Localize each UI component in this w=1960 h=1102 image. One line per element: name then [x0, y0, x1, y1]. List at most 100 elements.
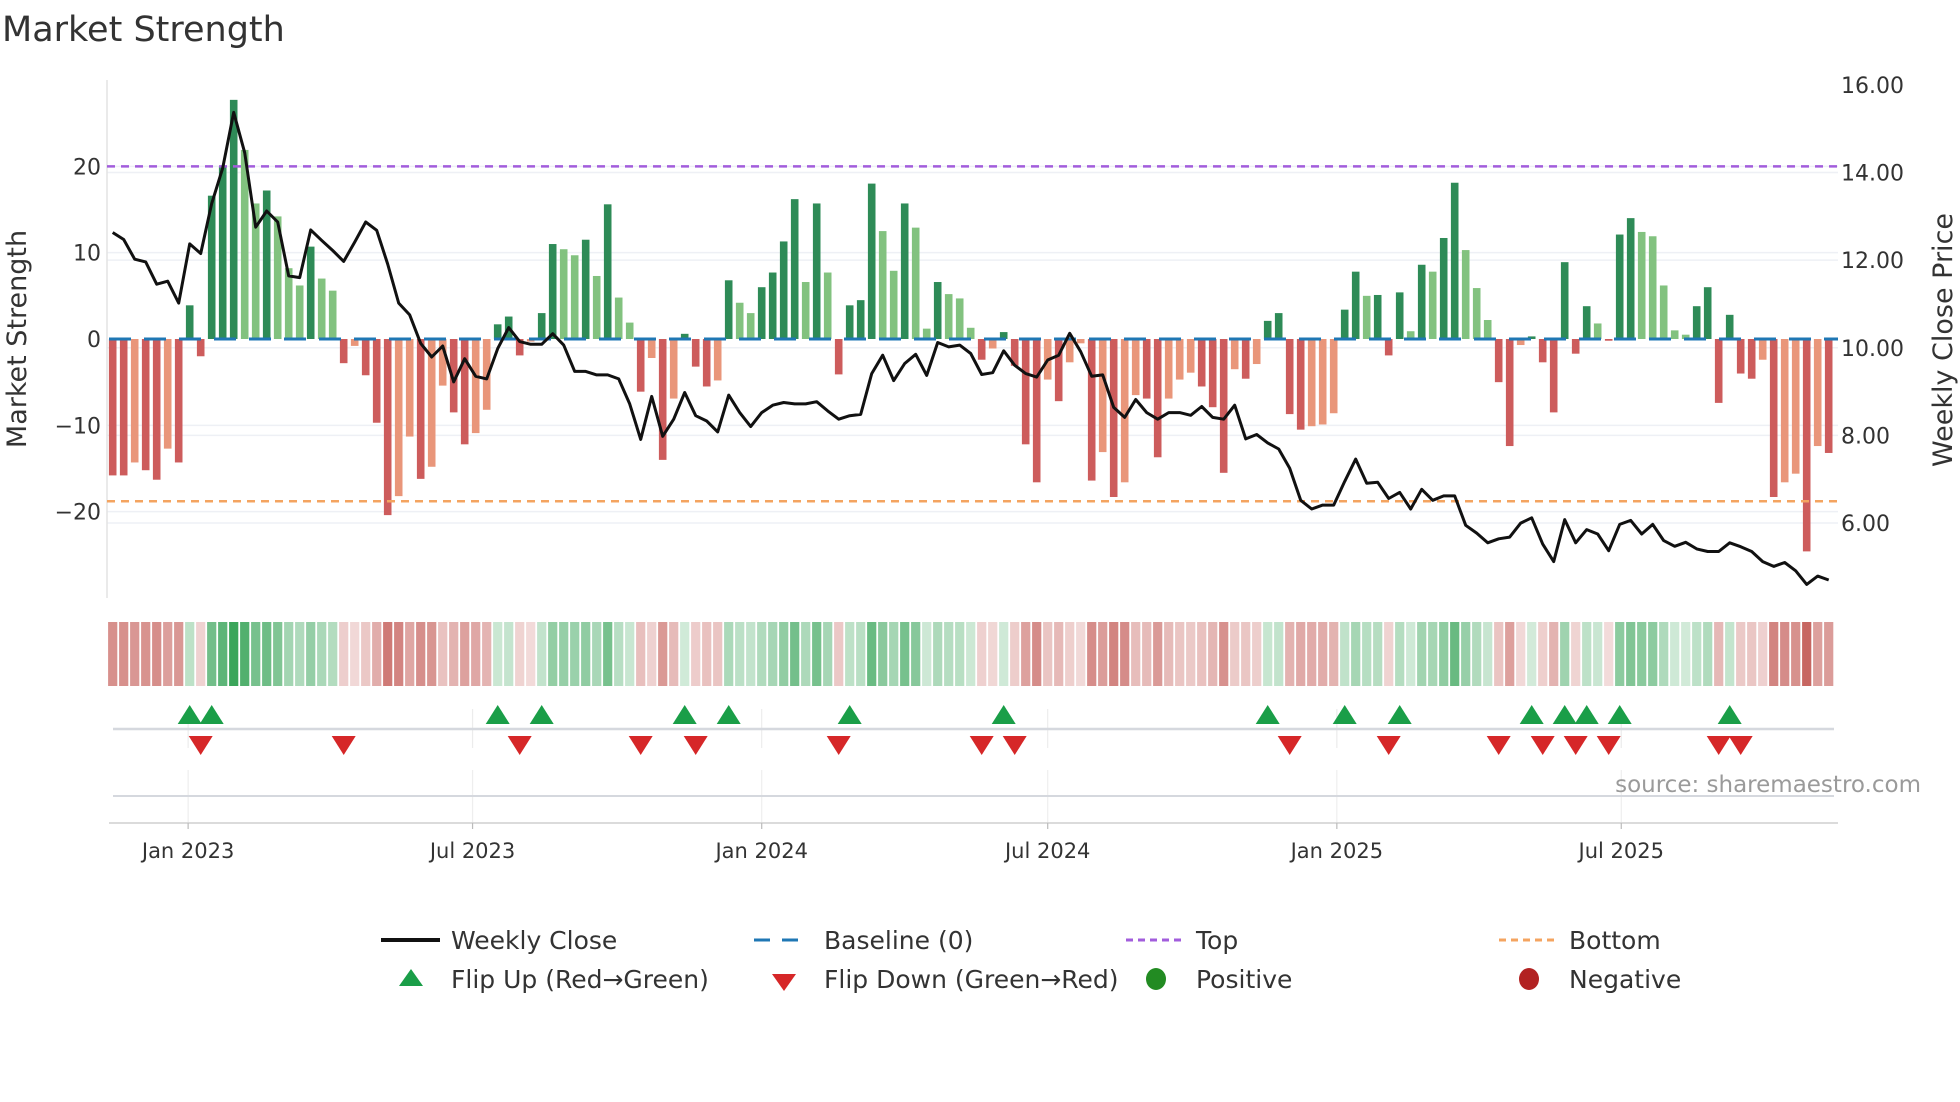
negative-bar [196, 339, 205, 357]
strength-cell [449, 622, 459, 686]
negative-bar [1747, 339, 1756, 379]
left-tick-label: 20 [73, 155, 101, 180]
negative-bar [471, 339, 480, 434]
positive-bar [537, 313, 546, 339]
flip-up-marker [485, 705, 510, 724]
flip-down-marker [1486, 736, 1511, 755]
strength-cell [273, 622, 283, 686]
source-credit: source: sharemaestro.com [1615, 772, 1921, 798]
negative-bar [1813, 339, 1822, 447]
strength-cell [229, 622, 239, 686]
x-tick-label: Jan 2023 [140, 839, 235, 863]
negative-bar [1175, 339, 1184, 380]
positive-bar [570, 255, 579, 339]
positive-bar [1395, 292, 1404, 339]
strength-cell [1329, 622, 1339, 686]
strength-cell [790, 622, 800, 686]
positive-bar [306, 246, 315, 339]
flip-down-marker [188, 736, 213, 755]
negative-bar [1538, 339, 1547, 363]
legend-label: Baseline (0) [824, 926, 973, 955]
negative-bar [163, 339, 172, 449]
positive-bar [867, 183, 876, 339]
negative-bar [1021, 339, 1030, 445]
negative-bar [1571, 339, 1580, 354]
strength-cell [1032, 622, 1042, 686]
positive-bar [1703, 287, 1712, 339]
strength-cell [1780, 622, 1790, 686]
flip-down-marker [683, 736, 708, 755]
negative-bar [1307, 339, 1316, 427]
strength-cell [438, 622, 448, 686]
strength-cell [1813, 622, 1823, 686]
flip-down-marker [1563, 736, 1588, 755]
flip-up-marker [529, 705, 554, 724]
strength-cell [383, 622, 393, 686]
strength-cell [702, 622, 712, 686]
left-tick-label: 10 [73, 242, 101, 267]
strength-cell [1296, 622, 1306, 686]
flip-down-marker [1706, 736, 1731, 755]
flip-down-marker [331, 736, 356, 755]
strength-cell [559, 622, 569, 686]
strength-cell [1461, 622, 1471, 686]
positive-bar [614, 297, 623, 339]
strength-cell [405, 622, 415, 686]
flip-up-marker [1607, 705, 1632, 724]
strength-cell [944, 622, 954, 686]
negative-bar [1714, 339, 1723, 403]
x-tick-label: Jan 2025 [1289, 839, 1384, 863]
circle-icon [1146, 968, 1166, 990]
strength-cell [834, 622, 844, 686]
strength-cell [1043, 622, 1053, 686]
negative-bar [1769, 339, 1778, 497]
negative-bar [647, 339, 656, 358]
strength-cell [1417, 622, 1427, 686]
strength-cell [1637, 622, 1647, 686]
strength-cell [130, 622, 140, 686]
strength-cell [1208, 622, 1218, 686]
positive-bar [966, 327, 975, 339]
negative-bar [152, 339, 161, 480]
strength-cell [251, 622, 261, 686]
positive-bar [1560, 262, 1569, 339]
strength-cell [603, 622, 613, 686]
strength-cell [1450, 622, 1460, 686]
strength-bars [108, 99, 1833, 552]
strength-cell [746, 622, 756, 686]
flip-down-marker [1596, 736, 1621, 755]
strength-cell [889, 622, 899, 686]
negative-bar [1153, 339, 1162, 458]
strength-cell [779, 622, 789, 686]
strength-cell [1021, 622, 1031, 686]
positive-bar [724, 280, 733, 339]
negative-bar [1384, 339, 1393, 356]
strength-cell [1010, 622, 1020, 686]
flip-down-marker [1277, 736, 1302, 755]
positive-bar [845, 305, 854, 339]
negative-bar [1329, 339, 1338, 414]
strength-cell [1736, 622, 1746, 686]
strength-cell [372, 622, 382, 686]
strength-cell [1395, 622, 1405, 686]
negative-bar [1549, 339, 1558, 413]
strength-cell [911, 622, 921, 686]
positive-bar [295, 285, 304, 339]
strength-cell [713, 622, 723, 686]
strength-cell [856, 622, 866, 686]
strength-cell [988, 622, 998, 686]
negative-bar [394, 339, 403, 497]
strength-cell [1758, 622, 1768, 686]
flip-markers-panel [113, 705, 1834, 755]
positive-bar [944, 294, 953, 339]
positive-bar [548, 244, 557, 339]
positive-bar [823, 272, 832, 339]
strength-cell [812, 622, 822, 686]
flip-down-marker [628, 736, 653, 755]
positive-bar [878, 231, 887, 339]
positive-bar [768, 272, 777, 339]
positive-bar [779, 241, 788, 339]
negative-bar [1065, 339, 1074, 363]
strength-cell [680, 622, 690, 686]
legend-label: Bottom [1569, 926, 1661, 955]
